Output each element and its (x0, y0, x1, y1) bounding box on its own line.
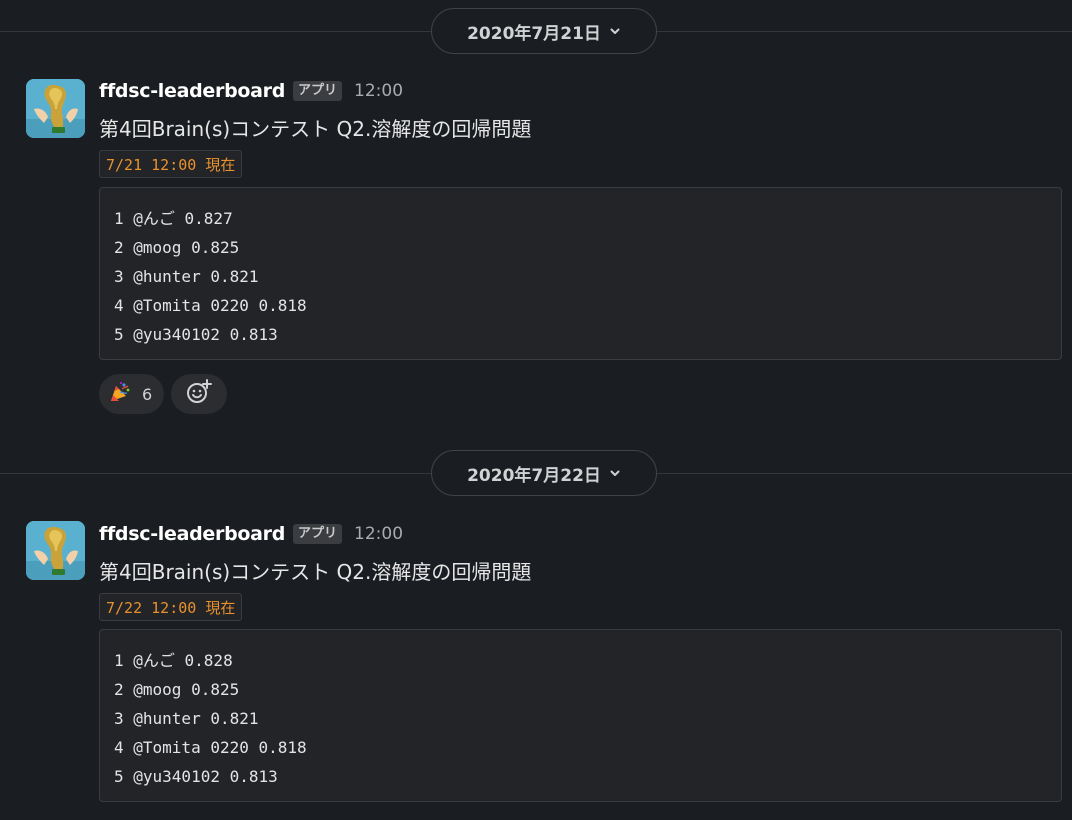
timestamp-code: 7/22 12:00 現在 (99, 593, 243, 621)
leaderboard-row: 5 @yu340102 0.813 (114, 325, 278, 344)
date-label: 2020年7月22日 (467, 465, 601, 486)
message-title: 第4回Brain(s)コンテスト Q2.溶解度の回帰問題 (99, 117, 532, 141)
party-popper-icon (108, 380, 132, 408)
message-title: 第4回Brain(s)コンテスト Q2.溶解度の回帰問題 (99, 560, 532, 584)
message-header: ffdsc-leaderboard アプリ 12:00 (99, 77, 403, 105)
message-time[interactable]: 12:00 (354, 81, 403, 101)
leaderboard-row: 5 @yu340102 0.813 (114, 767, 278, 786)
trophy-avatar[interactable] (26, 79, 85, 138)
leaderboard-row: 1 @んご 0.828 (114, 651, 233, 670)
sender-name[interactable]: ffdsc-leaderboard (99, 80, 285, 102)
leaderboard-row: 2 @moog 0.825 (114, 680, 240, 699)
chevron-down-icon (609, 25, 621, 37)
date-label: 2020年7月21日 (467, 23, 601, 44)
leaderboard-code-block: 1 @んご 0.828 2 @moog 0.825 3 @hunter 0.82… (99, 629, 1062, 802)
leaderboard-row: 3 @hunter 0.821 (114, 267, 259, 286)
leaderboard-row: 1 @んご 0.827 (114, 209, 233, 228)
date-divider-button[interactable]: 2020年7月22日 (431, 450, 657, 496)
message-header: ffdsc-leaderboard アプリ 12:00 (99, 520, 403, 548)
reaction-bar: 6 (99, 374, 228, 414)
leaderboard-row: 3 @hunter 0.821 (114, 709, 259, 728)
leaderboard-row: 4 @Tomita 0220 0.818 (114, 738, 307, 757)
app-badge: アプリ (293, 81, 343, 101)
reaction-count: 6 (142, 384, 153, 404)
leaderboard-row: 4 @Tomita 0220 0.818 (114, 296, 307, 315)
date-divider-button[interactable]: 2020年7月21日 (431, 8, 657, 54)
sender-name[interactable]: ffdsc-leaderboard (99, 523, 285, 545)
leaderboard-row: 2 @moog 0.825 (114, 238, 240, 257)
app-badge: アプリ (293, 524, 343, 544)
message-time[interactable]: 12:00 (354, 524, 403, 544)
chevron-down-icon (609, 467, 621, 479)
add-reaction-button[interactable] (171, 374, 228, 414)
reaction-party-popper[interactable]: 6 (99, 374, 165, 414)
trophy-avatar[interactable] (26, 521, 85, 580)
timestamp-code: 7/21 12:00 現在 (99, 150, 243, 178)
leaderboard-code-block: 1 @んご 0.827 2 @moog 0.825 3 @hunter 0.82… (99, 187, 1062, 360)
add-reaction-icon (185, 378, 213, 410)
